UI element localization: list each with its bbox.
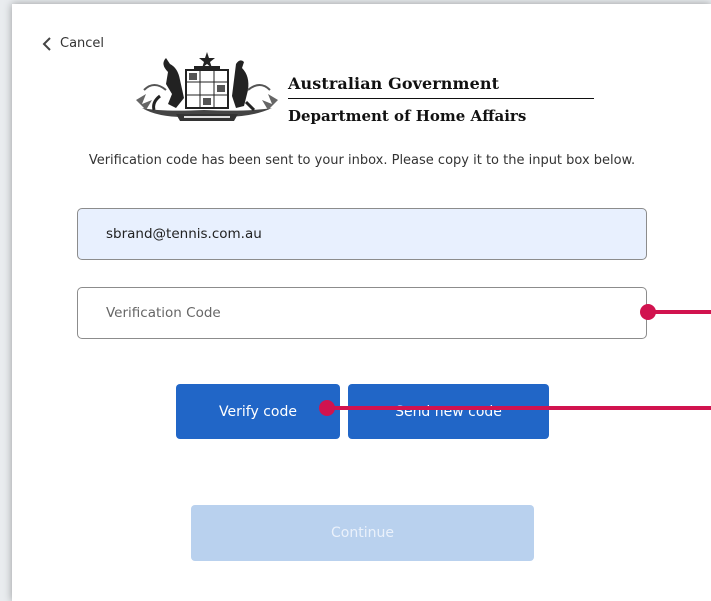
government-title-block: Australian Government Department of Home…: [288, 74, 594, 125]
annotation-dot-verify: [319, 400, 335, 416]
continue-button[interactable]: Continue: [191, 505, 534, 561]
annotation-line-code: [651, 310, 711, 314]
chevron-left-icon: [42, 36, 51, 51]
verification-instructions: Verification code has been sent to your …: [88, 153, 636, 168]
department-name: Department of Home Affairs: [288, 107, 527, 125]
email-field[interactable]: [77, 208, 647, 260]
annotation-dot-code: [640, 304, 656, 320]
cancel-link[interactable]: Cancel: [42, 36, 104, 51]
verification-code-input[interactable]: [77, 287, 647, 339]
cancel-label: Cancel: [60, 36, 105, 51]
government-name: Australian Government: [288, 74, 500, 93]
verify-code-button[interactable]: Verify code: [176, 384, 340, 439]
coat-of-arms-logo: [136, 52, 278, 121]
send-new-code-button[interactable]: Send new code: [348, 384, 549, 439]
title-divider: [288, 98, 594, 99]
annotation-line-verify: [332, 406, 711, 410]
